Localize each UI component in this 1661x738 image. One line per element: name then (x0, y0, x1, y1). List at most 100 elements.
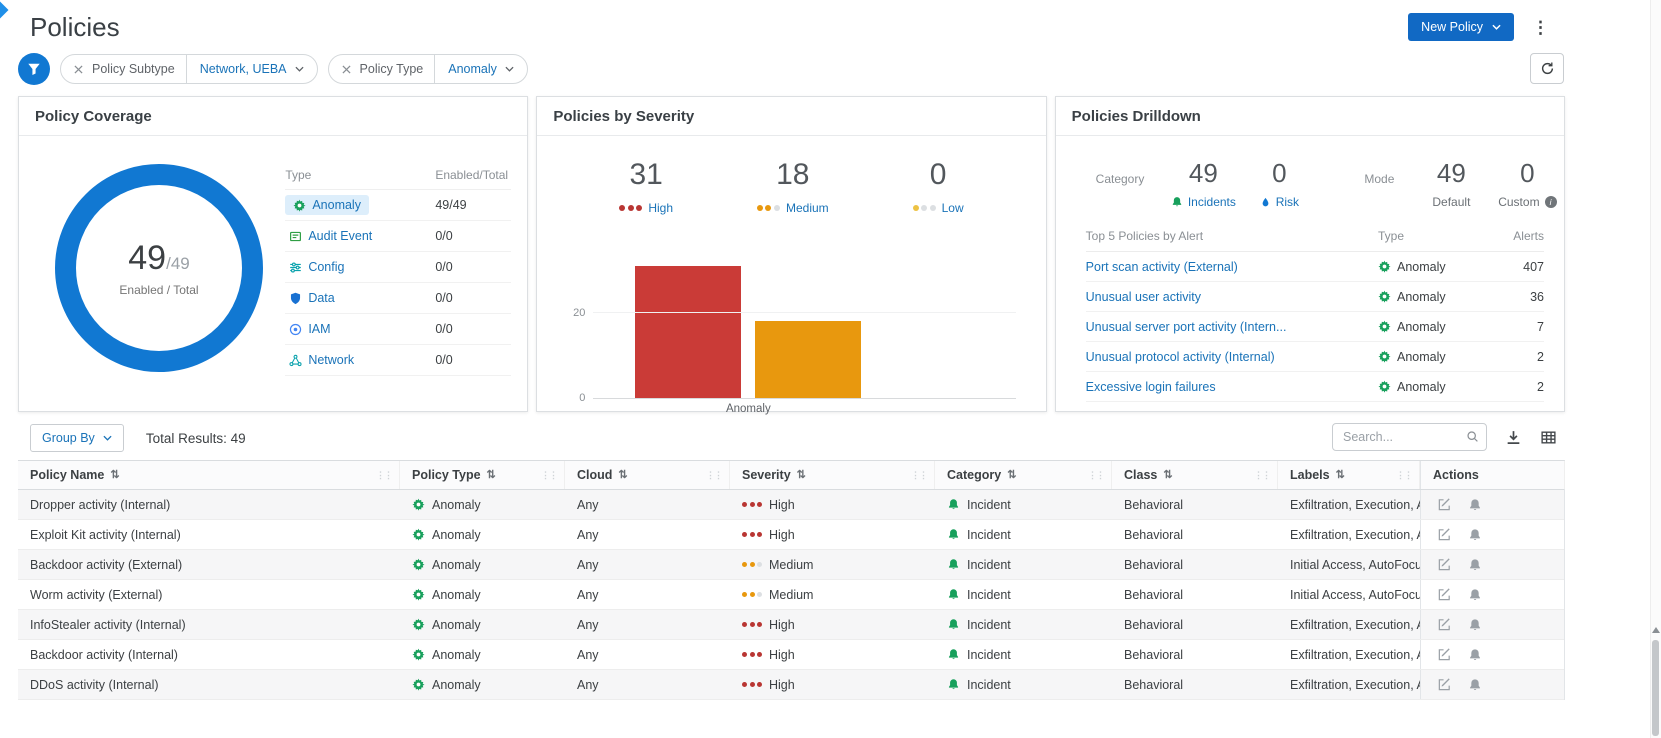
type-link[interactable]: Network (285, 350, 362, 370)
remove-filter-icon[interactable] (329, 65, 360, 74)
column-header[interactable]: Policy Type ⇅ ⋮⋮ (400, 461, 565, 489)
policy-link[interactable]: Unusual protocol activity (Internal) (1086, 350, 1378, 364)
info-icon[interactable]: i (1545, 196, 1557, 208)
custom-count: 0 (1494, 158, 1560, 189)
edit-icon[interactable] (1437, 557, 1452, 572)
manage-columns-icon[interactable] (1540, 429, 1557, 446)
type-link[interactable]: Audit Event (285, 226, 380, 246)
scrollbar-up-arrow-icon[interactable] (1652, 627, 1660, 633)
policy-link[interactable]: Excessive login failures (1086, 380, 1378, 394)
type-link[interactable]: IAM (285, 319, 338, 339)
severity-cell: High (730, 490, 935, 519)
alert-count: 36 (1496, 290, 1544, 304)
type-link[interactable]: Data (285, 288, 342, 308)
severity-count: 0 (913, 158, 964, 192)
bell-icon[interactable] (1468, 588, 1482, 602)
policies-drilldown-card: Policies Drilldown Category 49 Incidents… (1055, 96, 1565, 412)
category-cell: Incident (935, 490, 1112, 519)
type-enabled-total: 0/0 (435, 322, 511, 336)
group-by-button[interactable]: Group By (30, 424, 124, 452)
table-row: Backdoor activity (Internal) Anomaly Any… (18, 640, 1564, 670)
bell-icon[interactable] (1468, 648, 1482, 662)
edit-icon[interactable] (1437, 647, 1452, 662)
policy-link[interactable]: Port scan activity (External) (1086, 260, 1378, 274)
remove-filter-icon[interactable] (61, 65, 92, 74)
column-resize-handle[interactable]: ⋮⋮ (1088, 470, 1111, 481)
gear-icon (412, 588, 425, 601)
column-header[interactable]: Labels ⇅ ⋮⋮ (1278, 461, 1420, 489)
column-header[interactable]: Cloud ⇅ ⋮⋮ (565, 461, 730, 489)
severity-stat: 0 Low (913, 158, 964, 215)
policy-name-cell[interactable]: InfoStealer activity (Internal) (18, 610, 400, 639)
bell-icon[interactable] (1468, 618, 1482, 632)
policy-type-text: Anomaly (1397, 260, 1446, 274)
column-header-label: Category (947, 468, 1001, 482)
scrollbar-thumb[interactable] (1652, 640, 1659, 736)
severity-label[interactable]: High (648, 201, 673, 215)
column-header[interactable]: Severity ⇅ ⋮⋮ (730, 461, 935, 489)
filter-chip-value-text: Anomaly (448, 62, 497, 76)
reset-filters-button[interactable] (1530, 53, 1564, 84)
severity-dots-icon (742, 652, 762, 657)
severity-dots-icon (742, 682, 762, 687)
filter-chip[interactable]: Policy Type Anomaly (328, 54, 528, 84)
column-header[interactable]: Category ⇅ ⋮⋮ (935, 461, 1112, 489)
gear-icon (412, 498, 425, 511)
policy-name-cell[interactable]: Backdoor activity (External) (18, 550, 400, 579)
column-resize-handle[interactable]: ⋮⋮ (541, 470, 564, 481)
severity-label[interactable]: Medium (786, 201, 829, 215)
bell-icon[interactable] (1468, 528, 1482, 542)
filter-chip-value[interactable]: Network, UEBA (186, 55, 317, 83)
policy-type-text: Anomaly (432, 618, 481, 632)
bell-icon[interactable] (1468, 498, 1482, 512)
type-link[interactable]: Config (285, 257, 352, 277)
more-options-icon[interactable]: ⋮ (1530, 17, 1551, 38)
severity-text: High (769, 618, 795, 632)
card-title: Policies Drilldown (1056, 97, 1564, 136)
policy-type-text: Anomaly (432, 588, 481, 602)
edit-icon[interactable] (1437, 617, 1452, 632)
filter-chip-value-text: Network, UEBA (200, 62, 287, 76)
filter-icon[interactable] (18, 53, 50, 85)
bell-icon[interactable] (1468, 558, 1482, 572)
column-resize-handle[interactable]: ⋮⋮ (911, 470, 934, 481)
column-header[interactable]: Policy Name ⇅ ⋮⋮ (18, 461, 400, 489)
incidents-link[interactable]: Incidents (1170, 195, 1236, 209)
column-resize-handle[interactable]: ⋮⋮ (1254, 470, 1277, 481)
severity-label[interactable]: Low (942, 201, 964, 215)
sort-icon: ⇅ (487, 470, 496, 481)
policy-type-text: Anomaly (432, 558, 481, 572)
vertical-scrollbar[interactable] (1650, 0, 1661, 738)
policy-name-cell[interactable]: DDoS activity (Internal) (18, 670, 400, 699)
bell-icon[interactable] (1468, 678, 1482, 692)
column-resize-handle[interactable]: ⋮⋮ (376, 470, 399, 481)
top-policies-column-header: Top 5 Policies by Alert (1086, 229, 1378, 243)
card-title: Policy Coverage (19, 97, 527, 136)
policy-link[interactable]: Unusual user activity (1086, 290, 1378, 304)
policy-link[interactable]: Unusual server port activity (Intern... (1086, 320, 1378, 334)
gear-icon (1378, 290, 1391, 303)
search-input[interactable] (1332, 423, 1487, 451)
edit-icon[interactable] (1437, 497, 1452, 512)
filter-chip[interactable]: Policy Subtype Network, UEBA (60, 54, 318, 84)
download-icon[interactable] (1505, 429, 1522, 446)
column-header[interactable]: Class ⇅ ⋮⋮ (1112, 461, 1278, 489)
column-resize-handle[interactable]: ⋮⋮ (1396, 470, 1419, 481)
filter-chip-value[interactable]: Anomaly (434, 55, 527, 83)
column-header-label: Cloud (577, 468, 612, 482)
policy-name-cell[interactable]: Exploit Kit activity (Internal) (18, 520, 400, 549)
policy-name-cell[interactable]: Backdoor activity (Internal) (18, 640, 400, 669)
edit-icon[interactable] (1437, 587, 1452, 602)
edit-icon[interactable] (1437, 527, 1452, 542)
type-link[interactable]: Anomaly (285, 195, 369, 215)
column-header[interactable]: Actions ⇅ ⋮⋮ (1420, 461, 1565, 489)
policy-name-cell[interactable]: Dropper activity (Internal) (18, 490, 400, 519)
actions-cell (1420, 610, 1565, 639)
edit-icon[interactable] (1437, 677, 1452, 692)
coverage-type-rows: Anomaly 49/49 Audit Event (285, 190, 511, 376)
risk-link[interactable]: Risk (1246, 195, 1312, 209)
policy-name-cell[interactable]: Worm activity (External) (18, 580, 400, 609)
severity-text: Medium (769, 558, 813, 572)
new-policy-button[interactable]: New Policy (1408, 13, 1514, 41)
column-resize-handle[interactable]: ⋮⋮ (706, 470, 729, 481)
